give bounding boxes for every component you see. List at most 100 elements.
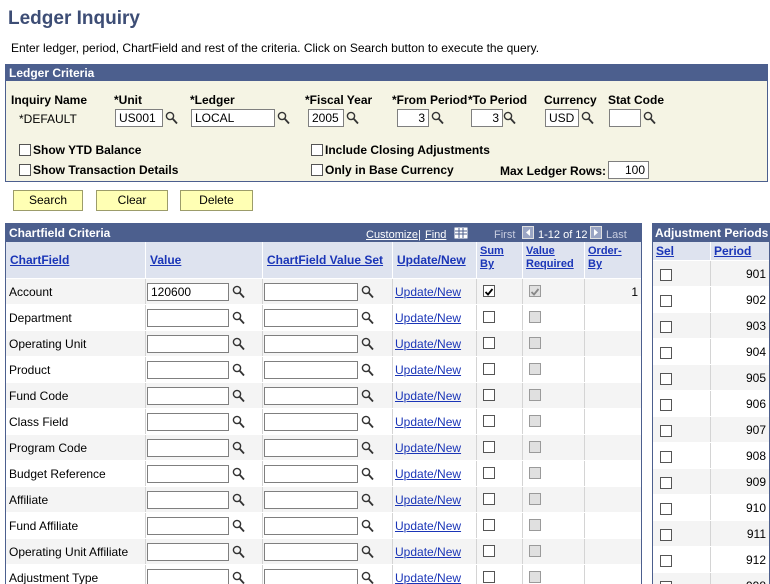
- sum-by-checkbox[interactable]: [483, 285, 495, 297]
- col-order-by-label[interactable]: Order- By: [588, 245, 622, 271]
- sum-by-checkbox[interactable]: [483, 415, 495, 427]
- period-select-checkbox[interactable]: [660, 425, 672, 437]
- period-select-checkbox[interactable]: [660, 555, 672, 567]
- find-link[interactable]: Find: [425, 229, 446, 241]
- col-period[interactable]: Period: [711, 242, 769, 260]
- chartfield-value-input[interactable]: [147, 439, 229, 457]
- sum-by-checkbox[interactable]: [483, 545, 495, 557]
- chartfield-value-input[interactable]: [147, 335, 229, 353]
- customize-link[interactable]: Customize: [366, 229, 418, 241]
- only-base-currency-checkbox[interactable]: [311, 164, 323, 176]
- value-set-input[interactable]: [264, 543, 358, 561]
- update-new-link[interactable]: Update/New: [395, 571, 461, 584]
- col-value-label[interactable]: Value: [150, 253, 181, 267]
- clear-button[interactable]: Clear: [96, 190, 168, 211]
- sum-by-checkbox[interactable]: [483, 311, 495, 323]
- next-page-icon[interactable]: [590, 226, 602, 239]
- sum-by-checkbox[interactable]: [483, 363, 495, 375]
- update-new-link[interactable]: Update/New: [395, 337, 461, 351]
- sum-by-checkbox[interactable]: [483, 519, 495, 531]
- period-select-checkbox[interactable]: [660, 529, 672, 541]
- chartfield-value-input[interactable]: [147, 465, 229, 483]
- period-select-checkbox[interactable]: [660, 451, 672, 463]
- sum-by-checkbox[interactable]: [483, 571, 495, 583]
- value-set-input[interactable]: [264, 387, 358, 405]
- period-select-checkbox[interactable]: [660, 373, 672, 385]
- col-value-set-label[interactable]: ChartField Value Set: [267, 253, 383, 267]
- ledger-input[interactable]: LOCAL: [191, 109, 275, 127]
- previous-page-icon[interactable]: [522, 226, 534, 239]
- period-select-checkbox[interactable]: [660, 477, 672, 489]
- col-value-set[interactable]: ChartField Value Set: [263, 242, 393, 278]
- sum-by-checkbox[interactable]: [483, 337, 495, 349]
- chartfield-value-input[interactable]: [147, 517, 229, 535]
- update-new-link[interactable]: Update/New: [395, 311, 461, 325]
- update-new-link[interactable]: Update/New: [395, 441, 461, 455]
- period-select-checkbox[interactable]: [660, 295, 672, 307]
- delete-button[interactable]: Delete: [180, 190, 253, 211]
- value-set-input[interactable]: [264, 491, 358, 509]
- col-sum-by[interactable]: Sum By: [477, 242, 523, 278]
- chartfield-value-input[interactable]: [147, 543, 229, 561]
- chartfield-value-input[interactable]: [147, 387, 229, 405]
- col-update-new[interactable]: Update/New: [393, 242, 477, 278]
- include-closing-checkbox[interactable]: [311, 144, 323, 156]
- update-new-link[interactable]: Update/New: [395, 363, 461, 377]
- col-sel[interactable]: Sel: [653, 242, 711, 260]
- period-select-checkbox[interactable]: [660, 347, 672, 359]
- from-period-lookup-icon[interactable]: [431, 111, 444, 125]
- period-select-checkbox[interactable]: [660, 399, 672, 411]
- value-set-input[interactable]: [264, 569, 358, 584]
- period-select-checkbox[interactable]: [660, 321, 672, 333]
- sum-by-checkbox[interactable]: [483, 389, 495, 401]
- value-set-input[interactable]: [264, 465, 358, 483]
- show-ytd-checkbox[interactable]: [19, 144, 31, 156]
- chartfield-value-input[interactable]: [147, 491, 229, 509]
- update-new-link[interactable]: Update/New: [395, 389, 461, 403]
- update-new-link[interactable]: Update/New: [395, 493, 461, 507]
- sum-by-checkbox[interactable]: [483, 493, 495, 505]
- unit-lookup-icon[interactable]: [165, 111, 178, 125]
- max-ledger-rows-input[interactable]: 100: [608, 161, 649, 179]
- value-set-input[interactable]: [264, 439, 358, 457]
- update-new-link[interactable]: Update/New: [395, 545, 461, 559]
- update-new-link[interactable]: Update/New: [395, 415, 461, 429]
- col-sel-label[interactable]: Sel: [656, 244, 674, 258]
- period-select-checkbox[interactable]: [660, 503, 672, 515]
- chartfield-value-input[interactable]: [147, 569, 229, 584]
- stat-code-input[interactable]: [609, 109, 641, 127]
- currency-lookup-icon[interactable]: [581, 111, 594, 125]
- view-all-grid-icon[interactable]: [454, 226, 468, 239]
- col-order-by[interactable]: Order- By: [585, 242, 641, 278]
- value-set-input[interactable]: [264, 413, 358, 431]
- search-button[interactable]: Search: [13, 190, 83, 211]
- chartfield-value-input[interactable]: [147, 413, 229, 431]
- chartfield-value-input[interactable]: 120600: [147, 283, 229, 301]
- value-set-input[interactable]: [264, 283, 358, 301]
- col-update-new-label[interactable]: Update/New: [397, 253, 466, 267]
- update-new-link[interactable]: Update/New: [395, 285, 461, 299]
- value-set-input[interactable]: [264, 335, 358, 353]
- period-select-checkbox[interactable]: [660, 269, 672, 281]
- value-set-input[interactable]: [264, 361, 358, 379]
- currency-input[interactable]: USD: [545, 109, 579, 127]
- col-value-required-label[interactable]: Value Required: [526, 245, 574, 271]
- from-period-input[interactable]: 3: [397, 109, 429, 127]
- sum-by-checkbox[interactable]: [483, 467, 495, 479]
- value-set-input[interactable]: [264, 517, 358, 535]
- fiscal-year-lookup-icon[interactable]: [346, 111, 359, 125]
- chartfield-value-input[interactable]: [147, 309, 229, 327]
- update-new-link[interactable]: Update/New: [395, 519, 461, 533]
- col-period-label[interactable]: Period: [714, 244, 751, 258]
- show-transaction-checkbox[interactable]: [19, 164, 31, 176]
- stat-code-lookup-icon[interactable]: [643, 111, 656, 125]
- to-period-input[interactable]: 3: [471, 109, 503, 127]
- unit-input[interactable]: US001: [115, 109, 163, 127]
- to-period-lookup-icon[interactable]: [503, 111, 516, 125]
- col-sum-by-label[interactable]: Sum By: [480, 245, 504, 271]
- col-value[interactable]: Value: [146, 242, 263, 278]
- chartfield-value-input[interactable]: [147, 361, 229, 379]
- sum-by-checkbox[interactable]: [483, 441, 495, 453]
- col-value-required[interactable]: Value Required: [523, 242, 585, 278]
- value-set-input[interactable]: [264, 309, 358, 327]
